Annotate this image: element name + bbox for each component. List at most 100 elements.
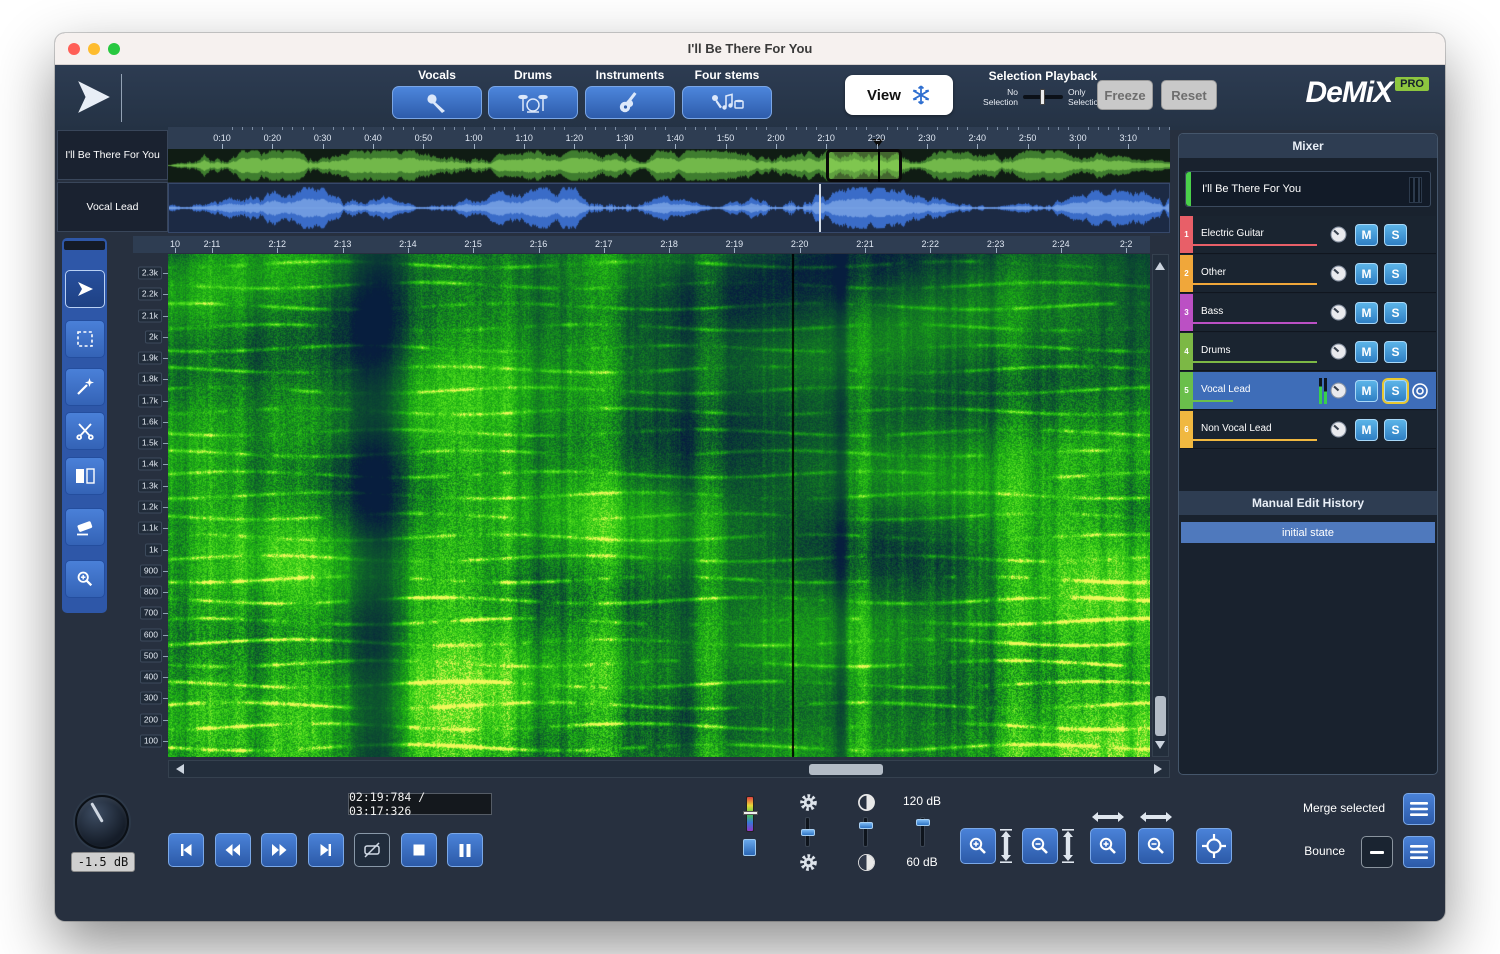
fit-view-button[interactable] bbox=[1196, 828, 1232, 864]
mute-button[interactable]: M bbox=[1355, 224, 1378, 246]
contrast-slider-handle[interactable] bbox=[859, 822, 873, 829]
marquee-select-tool-button[interactable] bbox=[65, 320, 105, 358]
color-map-handle[interactable] bbox=[743, 811, 758, 815]
minimize-button[interactable] bbox=[88, 43, 100, 55]
rewind-button[interactable] bbox=[215, 833, 251, 867]
vocals-button[interactable] bbox=[392, 86, 482, 119]
mute-button[interactable]: M bbox=[1355, 341, 1378, 363]
vocal-waveform-canvas[interactable] bbox=[169, 184, 1169, 232]
vertical-scrollbar[interactable] bbox=[1152, 254, 1169, 757]
scissors-tool-button[interactable] bbox=[65, 412, 105, 450]
pan-knob[interactable] bbox=[1330, 226, 1347, 243]
mixer-track-row[interactable]: 2 Other M S bbox=[1180, 255, 1436, 293]
pan-knob[interactable] bbox=[1330, 343, 1347, 360]
pan-knob[interactable] bbox=[1330, 304, 1347, 321]
mixer-track-row[interactable]: 5 Vocal Lead M S bbox=[1180, 372, 1436, 410]
pan-knob[interactable] bbox=[1330, 421, 1347, 438]
contrast-icon-2[interactable] bbox=[857, 853, 876, 872]
track-level-line[interactable] bbox=[1193, 439, 1317, 441]
track-level-line[interactable] bbox=[1193, 361, 1317, 363]
mute-button[interactable]: M bbox=[1355, 380, 1378, 402]
overview-waveform-canvas[interactable] bbox=[168, 149, 1170, 182]
history-item[interactable]: initial state bbox=[1181, 522, 1435, 543]
freeze-button[interactable]: Freeze bbox=[1097, 80, 1153, 110]
tick-mark bbox=[1061, 248, 1062, 253]
merge-menu-button[interactable] bbox=[1403, 793, 1435, 825]
eraser-tool-button[interactable] bbox=[65, 508, 105, 546]
master-track[interactable]: I'll Be There For You bbox=[1185, 171, 1431, 207]
horizontal-scroll-thumb[interactable] bbox=[809, 764, 883, 775]
zoom-tool-button[interactable] bbox=[65, 560, 105, 598]
volume-knob[interactable] bbox=[75, 795, 129, 849]
mixer-track-row[interactable]: 4 Drums M S bbox=[1180, 333, 1436, 371]
instruments-button[interactable] bbox=[585, 86, 675, 119]
gear-icon-2[interactable] bbox=[799, 853, 818, 872]
zoom-out-vertical-button[interactable] bbox=[1022, 828, 1058, 864]
track-level-line[interactable] bbox=[1193, 244, 1317, 246]
mute-button[interactable]: M bbox=[1355, 302, 1378, 324]
time-selection-box[interactable] bbox=[826, 149, 902, 182]
spectrogram-view[interactable] bbox=[168, 254, 1150, 757]
mixer-track-row[interactable]: 1 Electric Guitar M S bbox=[1180, 216, 1436, 254]
solo-button[interactable]: S bbox=[1384, 224, 1407, 246]
color-map-slider[interactable] bbox=[746, 796, 754, 832]
scroll-up-arrow-icon[interactable] bbox=[1155, 257, 1165, 270]
zoom-in-vertical-button[interactable] bbox=[960, 828, 996, 864]
contrast-slider[interactable] bbox=[863, 817, 868, 847]
brightness-slider-handle[interactable] bbox=[801, 829, 815, 836]
dynamic-range-slider[interactable] bbox=[920, 817, 925, 847]
spectrogram-canvas[interactable] bbox=[168, 254, 1150, 757]
magic-wand-tool-button[interactable] bbox=[65, 368, 105, 406]
solo-button[interactable]: S bbox=[1384, 419, 1407, 441]
tool-panel-handle[interactable] bbox=[64, 241, 105, 250]
pan-knob[interactable] bbox=[1330, 382, 1347, 399]
maximize-button[interactable] bbox=[108, 43, 120, 55]
track-level-line[interactable] bbox=[1193, 322, 1317, 324]
close-button[interactable] bbox=[68, 43, 80, 55]
mute-button[interactable]: M bbox=[1355, 419, 1378, 441]
reset-button[interactable]: Reset bbox=[1161, 80, 1217, 110]
fast-forward-button[interactable] bbox=[261, 833, 297, 867]
solo-button[interactable]: S bbox=[1384, 380, 1407, 402]
solo-button[interactable]: S bbox=[1384, 263, 1407, 285]
vertical-scroll-thumb[interactable] bbox=[1155, 696, 1166, 736]
slider-handle[interactable] bbox=[1040, 89, 1045, 105]
horizontal-scrollbar[interactable] bbox=[168, 760, 1170, 778]
zoom-out-horizontal-button[interactable] bbox=[1138, 828, 1174, 864]
mixer-track-row[interactable]: 6 Non Vocal Lead M S bbox=[1180, 411, 1436, 449]
loop-button[interactable] bbox=[354, 833, 390, 867]
skip-to-end-button[interactable] bbox=[308, 833, 344, 867]
scroll-left-arrow-icon[interactable] bbox=[171, 764, 184, 774]
contrast-icon[interactable] bbox=[857, 793, 876, 812]
pointer-tool-button[interactable] bbox=[65, 270, 105, 308]
drums-button[interactable] bbox=[488, 86, 578, 119]
bounce-minus-button[interactable] bbox=[1361, 836, 1393, 868]
scroll-right-arrow-icon[interactable] bbox=[1154, 764, 1167, 774]
stop-button[interactable] bbox=[401, 833, 437, 867]
pan-knob[interactable] bbox=[1330, 265, 1347, 282]
view-button[interactable]: View bbox=[845, 75, 953, 115]
vocal-waveform-row[interactable] bbox=[168, 183, 1170, 233]
brightness-slider[interactable] bbox=[805, 817, 810, 847]
pause-button[interactable] bbox=[447, 833, 483, 867]
bounce-menu-button[interactable] bbox=[1403, 836, 1435, 868]
gear-icon[interactable] bbox=[799, 793, 818, 812]
spectrogram-time-ruler[interactable]: 102:112:122:132:142:152:162:172:182:192:… bbox=[168, 236, 1150, 253]
four-stems-button[interactable] bbox=[682, 86, 772, 119]
mute-button[interactable]: M bbox=[1355, 263, 1378, 285]
overview-waveform-row[interactable] bbox=[168, 149, 1170, 182]
solo-button[interactable]: S bbox=[1384, 302, 1407, 324]
zoom-in-horizontal-button[interactable] bbox=[1090, 828, 1126, 864]
mixer-track-row[interactable]: 3 Bass M S bbox=[1180, 294, 1436, 332]
solo-button[interactable]: S bbox=[1384, 341, 1407, 363]
track-level-line[interactable] bbox=[1193, 283, 1317, 285]
skip-to-start-button[interactable] bbox=[168, 833, 204, 867]
dual-pane-tool-button[interactable] bbox=[65, 457, 105, 495]
track-level-line[interactable] bbox=[1193, 400, 1233, 402]
timeline-ruler[interactable]: 0:100:200:300:400:501:001:101:201:301:40… bbox=[168, 127, 1170, 149]
color-map-lower-handle[interactable] bbox=[743, 839, 756, 856]
scroll-down-arrow-icon[interactable] bbox=[1155, 741, 1165, 754]
dynamic-range-slider-handle[interactable] bbox=[916, 819, 930, 826]
selection-playback-slider[interactable] bbox=[1023, 87, 1063, 107]
record-indicator-icon[interactable] bbox=[1411, 382, 1429, 405]
